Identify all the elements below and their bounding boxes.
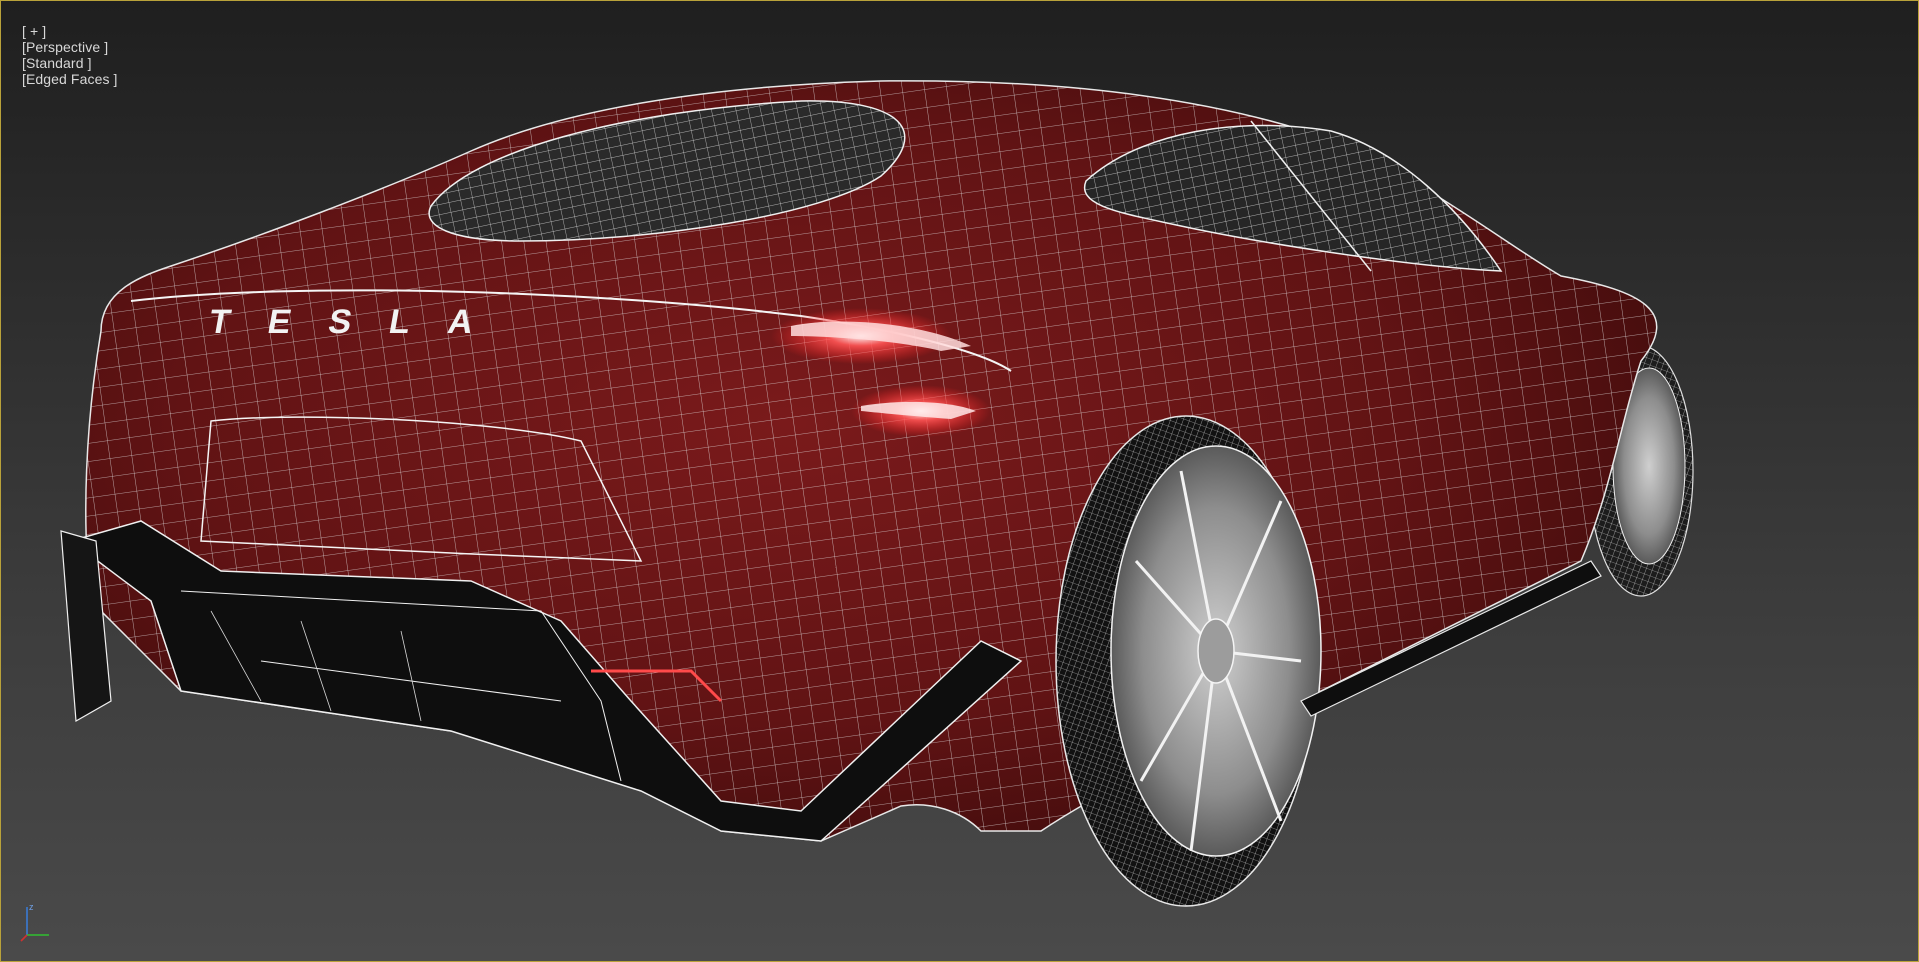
tesla-badge: TESLA: [206, 303, 514, 341]
perspective-viewport[interactable]: [ + ] [Perspective ] [Standard ] [Edged …: [0, 0, 1919, 962]
viewport-plus-menu[interactable]: [ + ]: [22, 23, 46, 39]
viewport-shading-menu[interactable]: [Standard ]: [22, 55, 92, 71]
viewport-view-menu[interactable]: [Perspective ]: [22, 39, 108, 55]
z-axis-label: z: [29, 902, 34, 912]
viewport-label-menu: [ + ] [Perspective ] [Standard ] [Edged …: [6, 7, 118, 103]
viewport-edges-menu[interactable]: [Edged Faces ]: [22, 71, 118, 87]
near-rear-wheel: [1055, 415, 1322, 907]
x-axis-line: [20, 934, 28, 942]
axis-gizmo: z: [20, 902, 49, 942]
car-model-wireframe[interactable]: TESLA: [1, 1, 1919, 962]
